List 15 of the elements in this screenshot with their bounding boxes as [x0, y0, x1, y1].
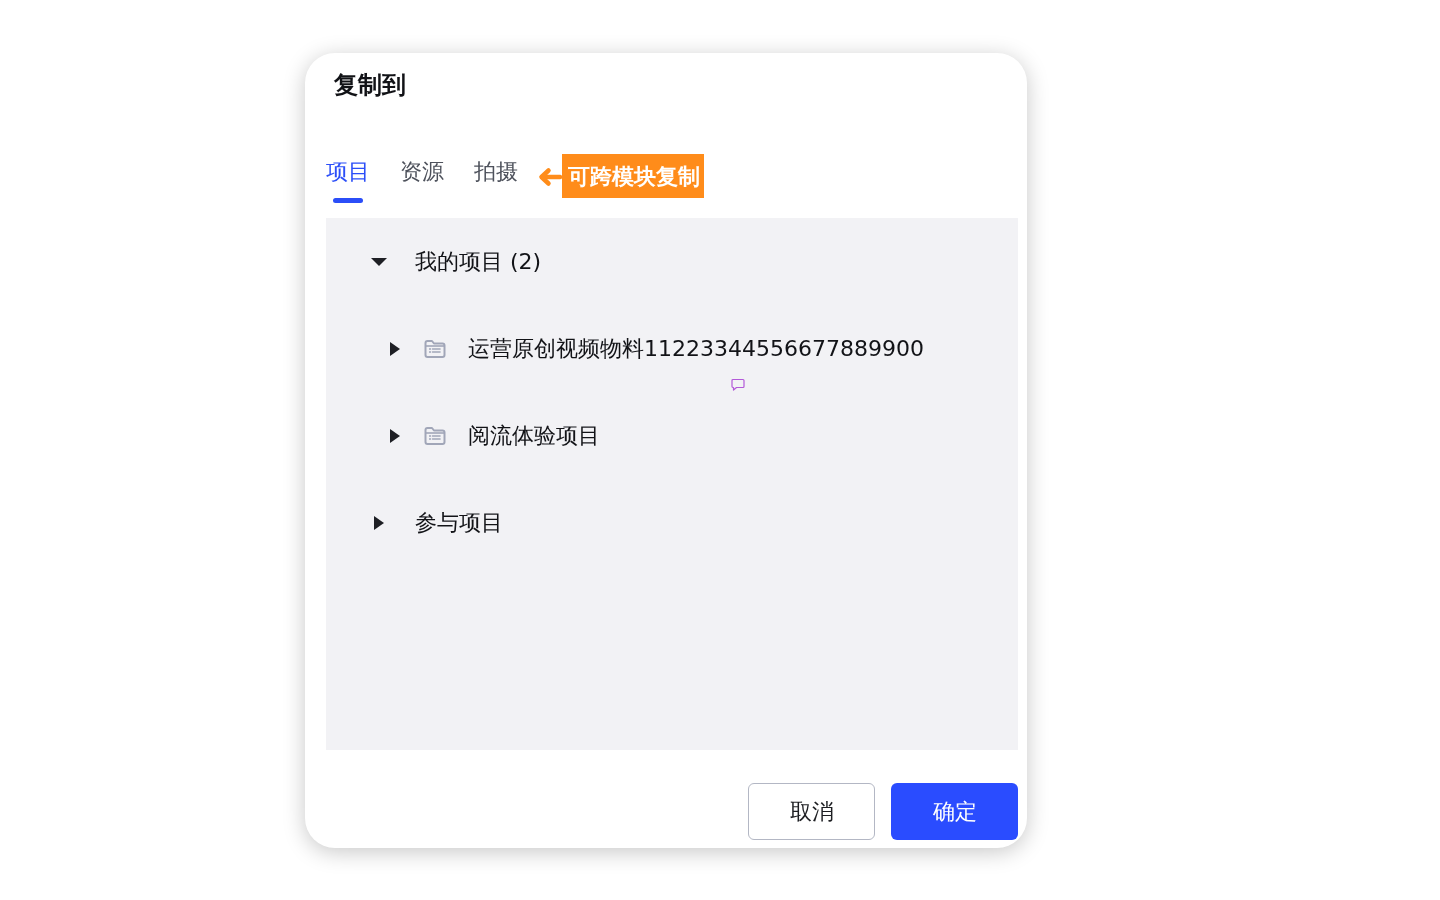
folder-icon [423, 338, 447, 359]
tree-item[interactable]: 参与项目 [415, 507, 503, 538]
cancel-button[interactable]: 取消 [748, 783, 875, 840]
annotation-label: 可跨模块复制 [562, 154, 704, 198]
tab[interactable]: 资源 [400, 154, 444, 203]
tab[interactable]: 项目 [326, 154, 370, 203]
speech-bubble-icon [731, 378, 745, 391]
confirm-button[interactable]: 确定 [891, 783, 1018, 840]
folder-icon [423, 425, 447, 446]
tree-item[interactable]: 运营原创视频物料11223344556677889900 [468, 333, 924, 364]
tree-item[interactable]: 阅流体验项目 [468, 420, 600, 451]
tree-item[interactable]: 我的项目 (2) [415, 246, 542, 277]
arrow-icon [538, 167, 562, 187]
dialog-title: 复制到 [334, 70, 406, 101]
tab[interactable]: 拍摄 [474, 154, 518, 203]
